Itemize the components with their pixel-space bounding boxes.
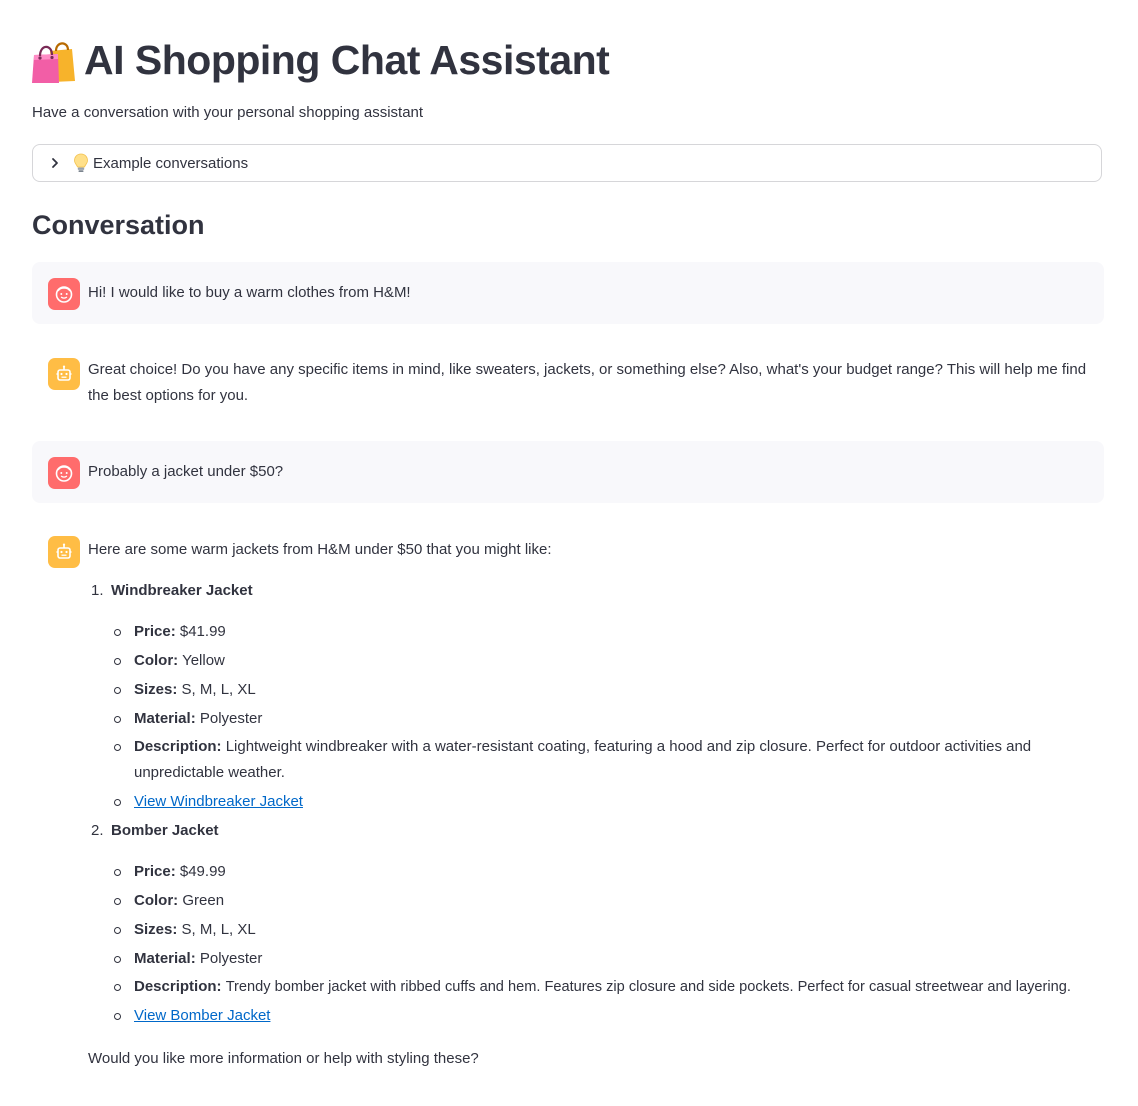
page-subtitle: Have a conversation with your personal s… <box>32 104 424 121</box>
field-label: Price: <box>134 623 176 640</box>
field-value: $41.99 <box>179 623 226 640</box>
product-sizes: Sizes: S, M, L, XL <box>114 677 1100 703</box>
message-outro: Would you like more information or help … <box>88 1050 479 1067</box>
bullet-icon <box>114 984 121 991</box>
bullet-icon <box>114 956 121 963</box>
chat-message-user: Probably a jacket under $50? <box>32 441 1104 503</box>
field-value: Yellow <box>182 652 225 669</box>
field-value: S, M, L, XL <box>181 921 256 938</box>
product-name: Windbreaker Jacket <box>111 582 253 599</box>
field-value: S, M, L, XL <box>181 681 256 698</box>
product-material: Material: Polyester <box>114 946 1100 972</box>
page-header: AI Shopping Chat Assistant <box>32 30 610 90</box>
field-label: Sizes: <box>134 921 178 938</box>
bullet-icon <box>114 799 121 806</box>
field-value: Trendy bomber jacket with ribbed cuffs a… <box>225 979 1071 995</box>
assistant-avatar-icon <box>48 536 80 568</box>
shopping-bags-icon <box>32 37 76 83</box>
user-avatar-icon <box>48 278 80 310</box>
product-number: 2. <box>91 822 104 839</box>
product-description: Description: Lightweight windbreaker wit… <box>114 734 1040 786</box>
product-description: Description: Trendy bomber jacket with r… <box>114 974 1100 1000</box>
assistant-avatar-icon <box>48 358 80 390</box>
product-price: Price: $49.99 <box>114 859 1100 885</box>
bullet-icon <box>114 658 121 665</box>
product-material: Material: Polyester <box>114 706 1100 732</box>
field-label: Description: <box>134 978 222 995</box>
bullet-icon <box>114 744 121 751</box>
product-price: Price: $41.99 <box>114 619 1100 645</box>
field-label: Description: <box>134 738 222 755</box>
bullet-icon <box>114 869 121 876</box>
bullet-icon <box>114 716 121 723</box>
example-conversations-expander[interactable]: Example conversations <box>32 144 1102 182</box>
field-value: Polyester <box>199 710 263 727</box>
chat-message-assistant: Here are some warm jackets from H&M unde… <box>32 520 1104 1090</box>
bullet-icon <box>114 629 121 636</box>
bullet-icon <box>114 1013 121 1020</box>
product-sizes: Sizes: S, M, L, XL <box>114 917 1100 943</box>
conversation-heading: Conversation <box>32 210 205 240</box>
field-label: Price: <box>134 863 176 880</box>
bullet-icon <box>114 927 121 934</box>
field-label: Color: <box>134 652 179 669</box>
chat-message-user: Hi! I would like to buy a warm clothes f… <box>32 262 1104 324</box>
field-label: Sizes: <box>134 681 178 698</box>
bullet-icon <box>114 898 121 905</box>
field-value: Polyester <box>199 950 263 967</box>
bullet-icon <box>114 687 121 694</box>
field-value: Lightweight windbreaker with a water-res… <box>134 738 1032 781</box>
product-item: 1. Windbreaker Jacket Price: $41.99 Colo… <box>88 578 1100 838</box>
field-value: $49.99 <box>179 863 226 880</box>
user-avatar-icon <box>48 457 80 489</box>
view-windbreaker-jacket-link[interactable]: View Windbreaker Jacket <box>134 793 303 810</box>
product-link-row: View Windbreaker Jacket <box>114 789 1100 815</box>
message-text: Great choice! Do you have any specific i… <box>88 361 1087 404</box>
field-label: Color: <box>134 892 179 909</box>
message-intro: Here are some warm jackets from H&M unde… <box>88 541 552 558</box>
expander-label: Example conversations <box>93 154 249 172</box>
product-number: 1. <box>91 582 104 599</box>
field-label: Material: <box>134 950 196 967</box>
field-label: Material: <box>134 710 196 727</box>
product-color: Color: Green <box>114 888 1100 914</box>
light-bulb-icon <box>73 153 89 173</box>
field-value: Green <box>182 892 225 909</box>
chevron-right-icon <box>49 157 61 169</box>
product-item: 2. Bomber Jacket Price: $49.99 Color: Gr… <box>88 818 1100 1038</box>
view-bomber-jacket-link[interactable]: View Bomber Jacket <box>134 1007 270 1024</box>
chat-message-assistant: Great choice! Do you have any specific i… <box>32 340 1104 424</box>
product-link-row: View Bomber Jacket <box>114 1003 1100 1029</box>
product-color: Color: Yellow <box>114 648 1100 674</box>
product-name: Bomber Jacket <box>111 822 219 839</box>
page-title: AI Shopping Chat Assistant <box>84 36 610 83</box>
message-text: Hi! I would like to buy a warm clothes f… <box>88 284 411 301</box>
message-text: Probably a jacket under $50? <box>88 463 284 480</box>
